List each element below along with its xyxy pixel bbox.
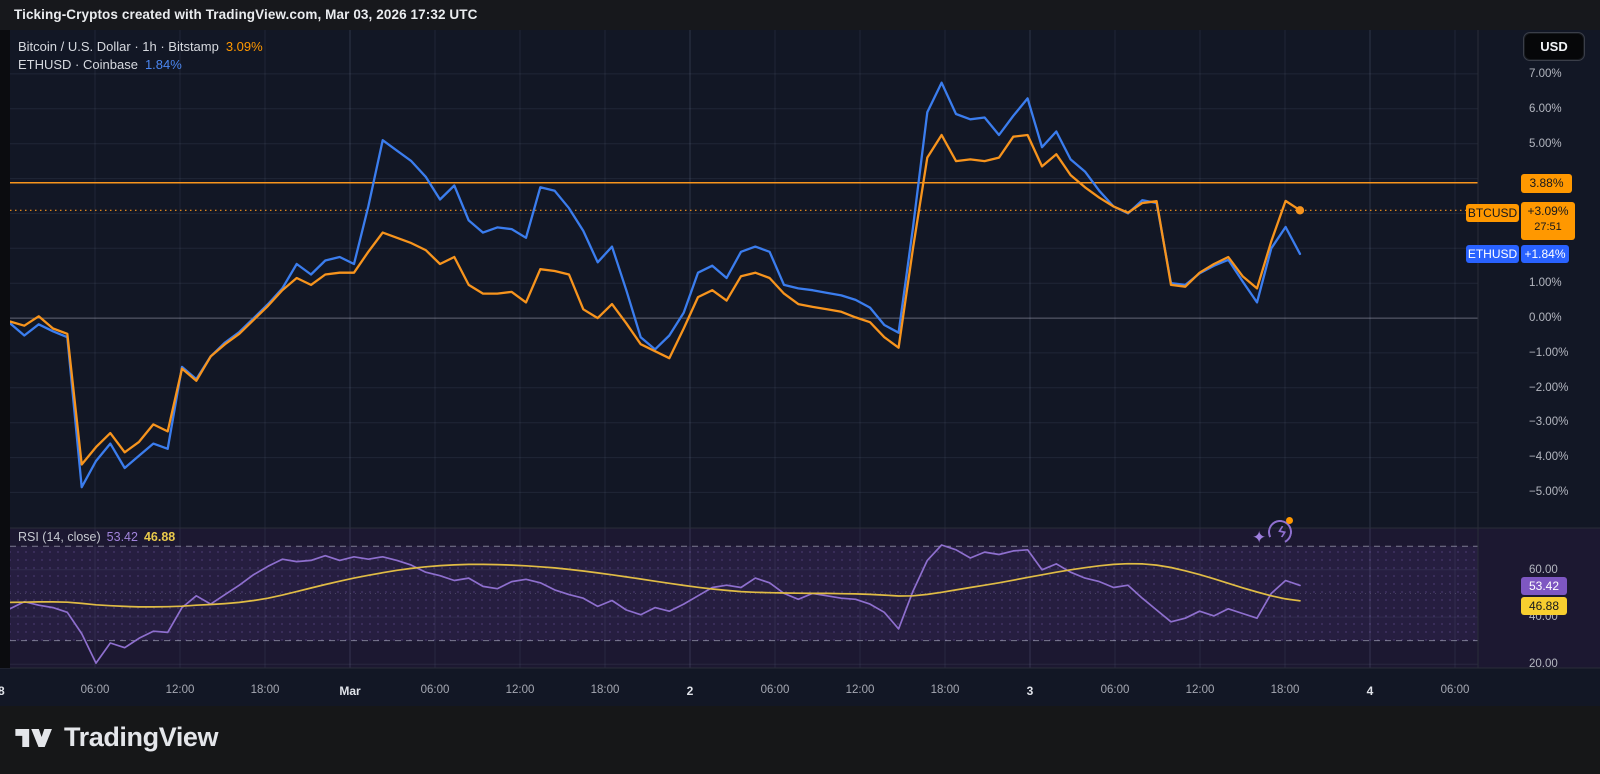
notification-dot [1286,517,1293,524]
time-axis-label: 4 [1367,684,1374,698]
chart-area: Bitcoin / U.S. Dollar · 1h · Bitstamp 3.0… [0,30,1600,706]
time-axis-label: 06:00 [81,684,110,696]
footer-bar: TradingView [0,706,1600,774]
time-axis-label: 12:00 [846,684,875,696]
btcusd-price-badge[interactable]: +3.09% 27:51 [1521,202,1575,240]
price-axis-label: 7.00% [1529,67,1562,81]
currency-toggle-button[interactable]: USD [1524,33,1584,60]
time-axis-label: Mar [339,684,360,698]
price-axis-label: −4.00% [1529,450,1568,464]
time-axis-label: 12:00 [1186,684,1215,696]
rsi-axis-label: 20.00 [1529,657,1558,671]
tradingview-logo-icon [14,723,54,753]
legend-rsi[interactable]: RSI (14, close) 53.42 46.88 [18,530,175,544]
rsi-ma-value-badge: 46.88 [1521,597,1567,615]
legend-ethusd-title: ETHUSD · Coinbase [18,57,138,72]
rsi-value-badge: 53.42 [1521,577,1567,595]
legend-btcusd[interactable]: Bitcoin / U.S. Dollar · 1h · Bitstamp 3.0… [18,39,263,54]
rsi-title: RSI (14, close) [18,530,101,544]
time-axis-label: 06:00 [421,684,450,696]
price-axis-label: −5.00% [1529,485,1568,499]
tradingview-logo-text: TradingView [64,722,218,753]
rsi-axis-label: 60.00 [1529,563,1558,577]
tradingview-chart-page: Ticking-Cryptos created with TradingView… [0,0,1600,774]
price-axis-label: 5.00% [1529,137,1562,151]
time-axis-label: 06:00 [761,684,790,696]
price-axis-label: 1.00% [1529,276,1562,290]
legend-ethusd-change: 1.84% [145,57,182,72]
time-axis-label: 2 [687,684,694,698]
time-axis-label: 28 [0,684,5,698]
bar-countdown: 27:51 [1521,220,1575,235]
sparkle-icon: ✦ [1252,528,1266,548]
legend-btcusd-title: Bitcoin / U.S. Dollar · 1h · Bitstamp [18,39,219,54]
rsi-ma-value: 46.88 [144,530,175,544]
legend-ethusd[interactable]: ETHUSD · Coinbase 1.84% [18,57,182,72]
time-axis-label: 12:00 [166,684,195,696]
btcusd-change-value: +3.09% [1521,202,1575,220]
time-axis-label: 06:00 [1441,684,1470,696]
time-axis-label: 18:00 [1271,684,1300,696]
time-axis-label: 18:00 [251,684,280,696]
time-axis-label: 18:00 [591,684,620,696]
time-axis-label: 12:00 [506,684,535,696]
ethusd-price-badge[interactable]: +1.84% [1521,245,1569,263]
price-axis-label: −2.00% [1529,381,1568,395]
legend-btcusd-change: 3.09% [226,39,263,54]
ethusd-series-badge[interactable]: ETHUSD [1466,245,1519,263]
price-axis-label: 6.00% [1529,102,1562,116]
price-axis-label: 0.00% [1529,311,1562,325]
chart-canvas[interactable] [0,30,1600,706]
flat-line-price-badge: 3.88% [1521,174,1572,193]
ai-sparkle-button[interactable]: ✦ ϟ [1252,516,1294,552]
price-axis-label: −1.00% [1529,346,1568,360]
rsi-value: 53.42 [107,530,138,544]
time-axis-label: 18:00 [931,684,960,696]
top-bar: Ticking-Cryptos created with TradingView… [0,0,1600,30]
tradingview-logo-link[interactable]: TradingView [14,722,218,753]
time-axis-label: 3 [1027,684,1034,698]
time-scale[interactable]: 28 06:00 12:00 18:00 Mar 06:00 12:00 18:00 2 06:0… [0,684,1478,700]
time-axis-label: 06:00 [1101,684,1130,696]
price-axis-label: −3.00% [1529,415,1568,429]
btcusd-series-badge[interactable]: BTCUSD [1466,204,1519,222]
page-title: Ticking-Cryptos created with TradingView… [14,7,477,22]
